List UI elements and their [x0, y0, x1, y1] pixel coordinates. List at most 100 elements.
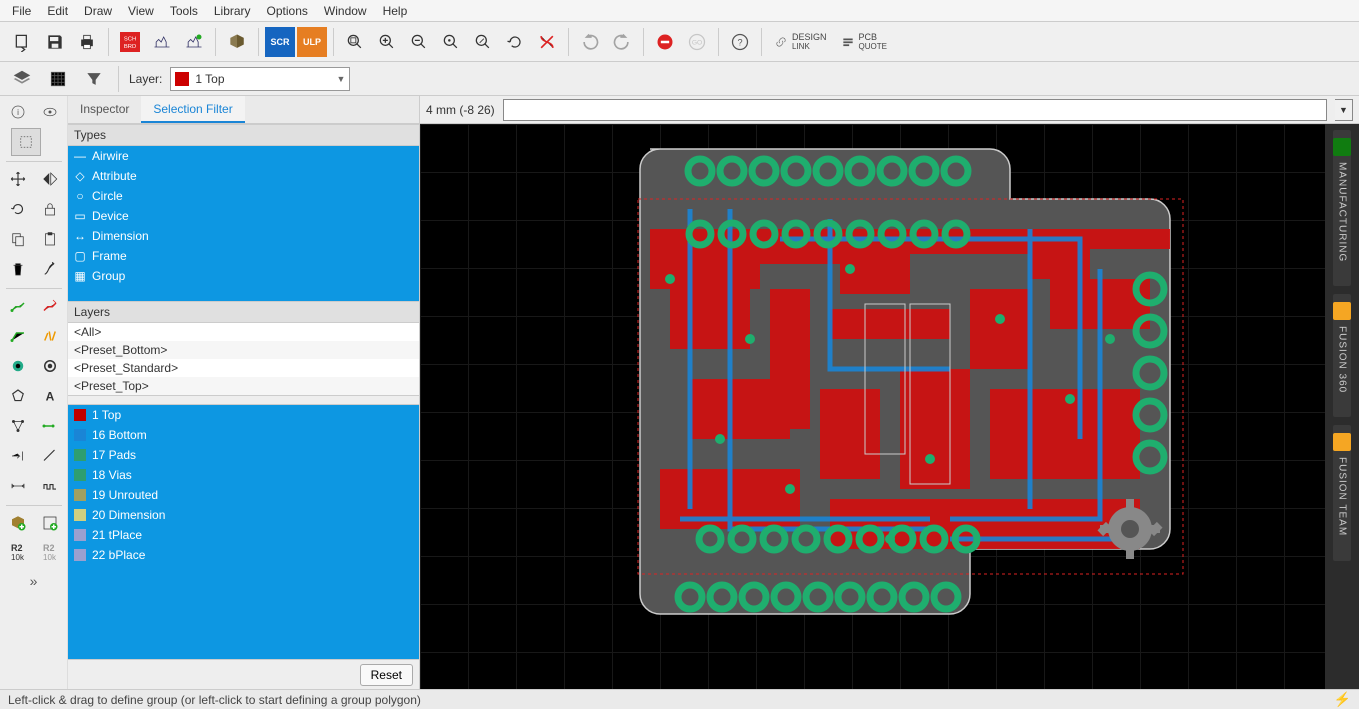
- change-tool[interactable]: [35, 255, 65, 283]
- go-button[interactable]: GO: [682, 27, 712, 57]
- hole-tool[interactable]: [35, 352, 65, 380]
- mirror-tool[interactable]: [35, 165, 65, 193]
- net-tool[interactable]: [3, 412, 33, 440]
- tab-selection-filter[interactable]: Selection Filter: [141, 96, 244, 123]
- zoom-fit-button[interactable]: [340, 27, 370, 57]
- move-tool[interactable]: [3, 165, 33, 193]
- undo-button[interactable]: [575, 27, 605, 57]
- menu-window[interactable]: Window: [318, 2, 373, 20]
- menu-edit[interactable]: Edit: [41, 2, 74, 20]
- grid-icon[interactable]: [44, 65, 72, 93]
- menu-help[interactable]: Help: [377, 2, 414, 20]
- menu-tools[interactable]: Tools: [164, 2, 204, 20]
- zoom-out-button[interactable]: [404, 27, 434, 57]
- dimension-tool[interactable]: [3, 472, 33, 500]
- info-tool[interactable]: i: [3, 98, 33, 126]
- via-tool[interactable]: [3, 352, 33, 380]
- design-link-button[interactable]: DESIGNLINK: [768, 29, 833, 55]
- ulp-button[interactable]: ULP: [297, 27, 327, 57]
- open-button[interactable]: [8, 27, 38, 57]
- polygon-tool[interactable]: [3, 382, 33, 410]
- menu-draw[interactable]: Draw: [78, 2, 118, 20]
- layer-item[interactable]: 18 Vias: [68, 465, 419, 485]
- text embossment-tool[interactable]: A: [35, 382, 65, 410]
- manufacture-button[interactable]: [179, 27, 209, 57]
- type-dimension[interactable]: ↔Dimension: [68, 226, 419, 246]
- filter-icon[interactable]: [80, 65, 108, 93]
- type-circle[interactable]: ○Circle: [68, 186, 419, 206]
- layer-dropdown[interactable]: 1 Top ▼: [170, 67, 350, 91]
- help-button[interactable]: ?: [725, 27, 755, 57]
- preset-top[interactable]: <Preset_Top>: [68, 377, 419, 395]
- delete-tool[interactable]: [3, 255, 33, 283]
- layer-item[interactable]: 16 Bottom: [68, 425, 419, 445]
- type-attribute[interactable]: ◇Attribute: [68, 166, 419, 186]
- wire-tool[interactable]: [3, 322, 33, 350]
- vtab-manufacturing[interactable]: MANUFACTURING: [1333, 130, 1351, 286]
- group-tool[interactable]: [11, 128, 41, 156]
- type-frame[interactable]: ▢Frame: [68, 246, 419, 266]
- zoom-redraw-button[interactable]: [436, 27, 466, 57]
- reset-button[interactable]: Reset: [360, 664, 413, 686]
- save-button[interactable]: [40, 27, 70, 57]
- cancel-action-button[interactable]: [532, 27, 562, 57]
- vtab-fusion360[interactable]: FUSION 360: [1333, 294, 1351, 417]
- type-device[interactable]: ▭Device: [68, 206, 419, 226]
- copy-tool[interactable]: [3, 225, 33, 253]
- menu-library[interactable]: Library: [208, 2, 257, 20]
- types-header: Types: [68, 124, 419, 146]
- add-part-tool[interactable]: [3, 509, 33, 537]
- route-tool[interactable]: [3, 292, 33, 320]
- redo-button[interactable]: [607, 27, 637, 57]
- layer-item[interactable]: 20 Dimension: [68, 505, 419, 525]
- preset-all[interactable]: <All>: [68, 323, 419, 341]
- paste-tool[interactable]: [35, 225, 65, 253]
- meander-tool[interactable]: [35, 472, 65, 500]
- sch-brd-button[interactable]: SCHBRD: [115, 27, 145, 57]
- zoom-select-button[interactable]: [468, 27, 498, 57]
- line-tool[interactable]: [35, 442, 65, 470]
- value-tool[interactable]: R210k: [35, 539, 65, 567]
- rotate-tool[interactable]: [3, 195, 33, 223]
- svg-text:GO: GO: [692, 39, 702, 46]
- type-group[interactable]: ▦Group: [68, 266, 419, 286]
- 3d-button[interactable]: [222, 27, 252, 57]
- tab-tool[interactable]: [3, 442, 33, 470]
- type-airwire[interactable]: —Airwire: [68, 146, 419, 166]
- scr-button[interactable]: SCR: [265, 27, 295, 57]
- pcb-canvas[interactable]: MANUFACTURING FUSION 360 FUSION TEAM: [420, 124, 1359, 689]
- lock-tool[interactable]: [35, 195, 65, 223]
- layer-item[interactable]: 22 bPlace: [68, 545, 419, 565]
- tab-inspector[interactable]: Inspector: [68, 96, 141, 123]
- menu-file[interactable]: File: [6, 2, 37, 20]
- expand-tools-icon[interactable]: »: [30, 573, 38, 589]
- name-tool[interactable]: R210k: [3, 539, 33, 567]
- zoom-in-button[interactable]: [372, 27, 402, 57]
- bus-tool[interactable]: [35, 412, 65, 440]
- print-button[interactable]: [72, 27, 102, 57]
- layer-item[interactable]: 21 tPlace: [68, 525, 419, 545]
- layer-item[interactable]: 19 Unrouted: [68, 485, 419, 505]
- select-tool[interactable]: [43, 128, 57, 156]
- pcb-quote-button[interactable]: PCBQUOTE: [835, 29, 893, 55]
- menu-view[interactable]: View: [122, 2, 160, 20]
- preset-bottom[interactable]: <Preset_Bottom>: [68, 341, 419, 359]
- menu-options[interactable]: Options: [261, 2, 314, 20]
- ripup-tool[interactable]: [35, 292, 65, 320]
- command-dropdown[interactable]: ▼: [1335, 99, 1353, 121]
- show-tool[interactable]: [35, 98, 65, 126]
- layer-item[interactable]: 17 Pads: [68, 445, 419, 465]
- layers-list[interactable]: 1 Top16 Bottom17 Pads18 Vias19 Unrouted2…: [68, 405, 419, 659]
- preset-standard[interactable]: <Preset_Standard>: [68, 359, 419, 377]
- command-input[interactable]: [503, 99, 1327, 121]
- replace-tool[interactable]: [35, 509, 65, 537]
- cam-button[interactable]: [147, 27, 177, 57]
- layers-icon[interactable]: [8, 65, 36, 93]
- dropdown-arrow-icon: ▼: [336, 74, 345, 84]
- refresh-button[interactable]: [500, 27, 530, 57]
- types-list[interactable]: —Airwire ◇Attribute ○Circle ▭Device ↔Dim…: [68, 146, 419, 301]
- vtab-fusionteam[interactable]: FUSION TEAM: [1333, 425, 1351, 560]
- ratsnest-tool[interactable]: [35, 322, 65, 350]
- layer-item[interactable]: 1 Top: [68, 405, 419, 425]
- stop-button[interactable]: [650, 27, 680, 57]
